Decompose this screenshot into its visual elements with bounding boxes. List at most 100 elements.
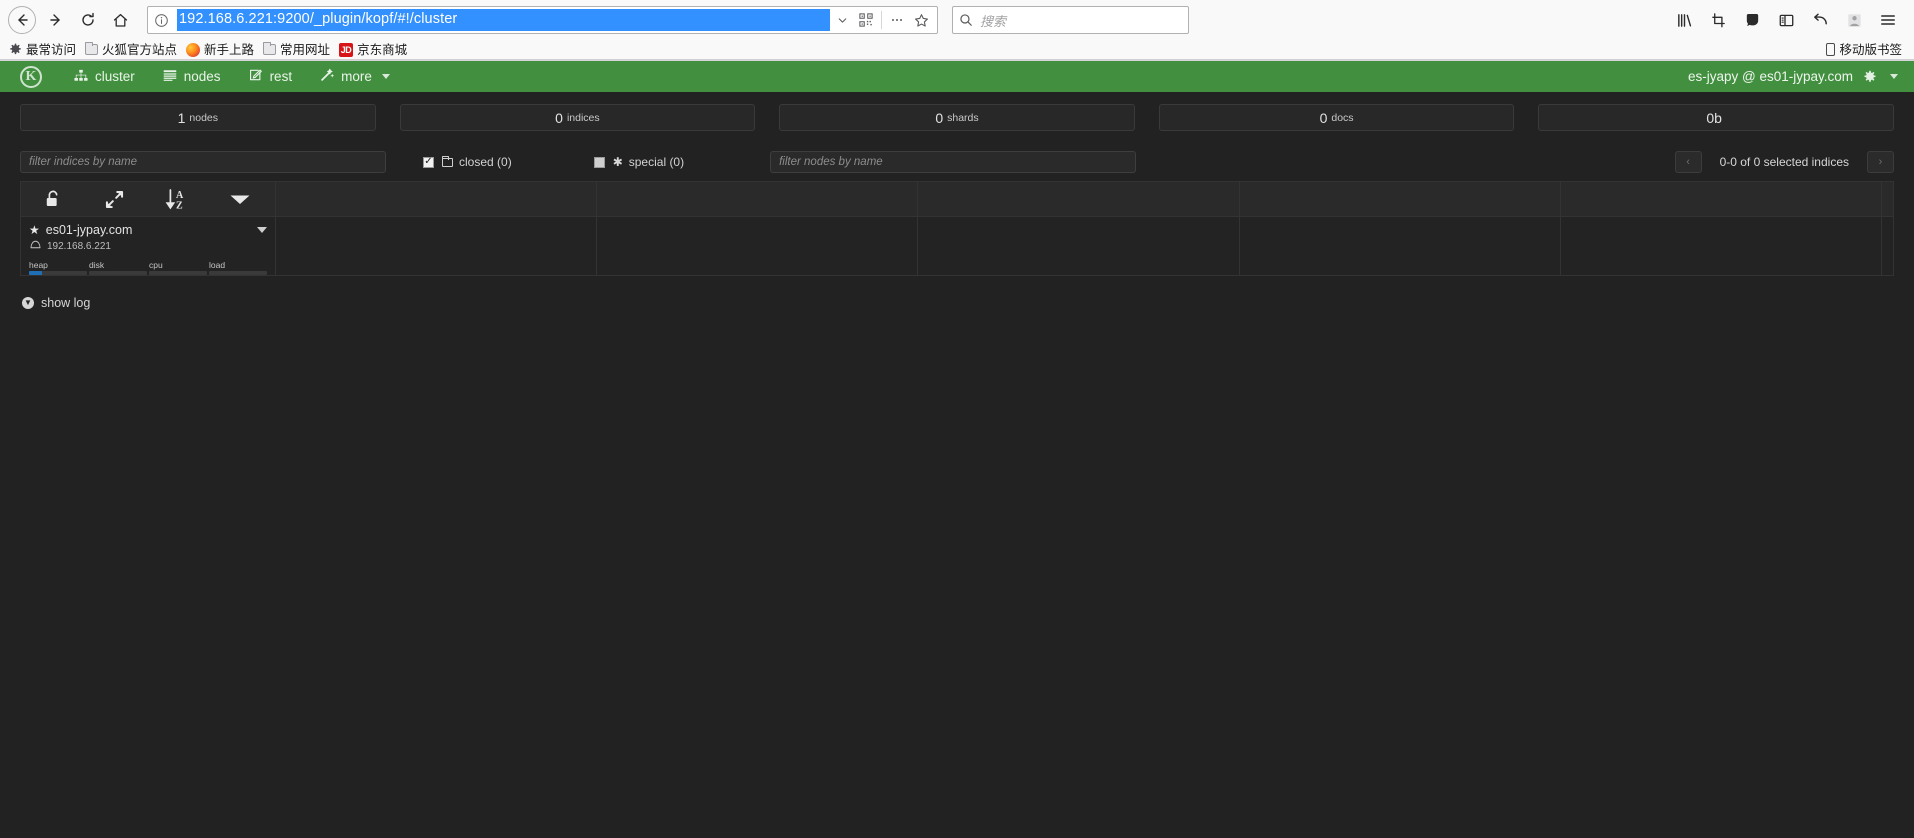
pocket-icon[interactable] — [1736, 4, 1768, 36]
stat-label: shards — [947, 111, 979, 124]
table-header-empty-cell — [274, 181, 598, 217]
stat-indices: 0 indices — [399, 104, 756, 131]
stat-value: 0b — [1706, 109, 1722, 126]
back-button[interactable] — [8, 6, 36, 34]
stat-label: docs — [1331, 111, 1354, 124]
kopf-logo-icon[interactable]: K — [20, 65, 42, 88]
next-page-button[interactable]: › — [1867, 151, 1894, 173]
closed-label: closed (0) — [459, 155, 512, 169]
nav-label: nodes — [183, 69, 221, 84]
table-header-empty-cell — [596, 181, 919, 217]
svg-text:Z: Z — [176, 200, 183, 211]
metric-bar — [29, 271, 87, 275]
chevron-down-icon[interactable] — [1890, 74, 1898, 79]
gear-icon — [9, 43, 22, 56]
qr-reader-icon[interactable] — [854, 8, 878, 32]
stat-value: 0 — [1319, 109, 1328, 126]
node-metrics: heap disk cpu load — [29, 260, 267, 275]
caret-down-icon[interactable] — [229, 192, 251, 206]
address-bar[interactable]: 192.168.6.221:9200/_plugin/kopf/#!/clust… — [147, 6, 938, 34]
stat-nodes: 1 nodes — [20, 104, 376, 131]
stat-value: 0 — [935, 109, 944, 126]
reload-button[interactable] — [72, 4, 104, 36]
bookmarks-bar: 最常访问 火狐官方站点 新手上路 常用网址 JD 京东商城 移动版书签 — [0, 40, 1914, 60]
identity-info-icon[interactable] — [154, 13, 169, 28]
expand-icon[interactable] — [104, 189, 125, 210]
browser-navigation-bar: 192.168.6.221:9200/_plugin/kopf/#!/clust… — [0, 0, 1914, 40]
gear-icon[interactable] — [1863, 70, 1877, 84]
bookmark-item-mobile[interactable]: 移动版书签 — [1826, 41, 1908, 59]
svg-text:A: A — [176, 190, 184, 201]
search-input-placeholder[interactable]: 搜索 — [980, 11, 1006, 30]
list-icon — [163, 69, 177, 85]
browser-chrome: 192.168.6.221:9200/_plugin/kopf/#!/clust… — [0, 0, 1914, 61]
node-name-line: ★ es01-jypay.com — [29, 223, 267, 237]
closed-indices-filter[interactable]: ✓ closed (0) — [423, 155, 512, 169]
bookmark-label: 京东商城 — [357, 42, 408, 57]
kopf-cluster-info: es-jyapy @ es01-jypay.com — [1688, 69, 1898, 84]
stat-size: 0b — [1538, 104, 1894, 131]
nodes-filter-input[interactable]: filter nodes by name — [770, 151, 1137, 173]
show-log-label: show log — [41, 296, 91, 310]
bookmark-item-common-sites[interactable]: 常用网址 — [260, 41, 336, 59]
nav-item-cluster[interactable]: cluster — [60, 61, 149, 92]
disk-icon — [30, 240, 41, 252]
closed-checkbox[interactable]: ✓ — [423, 156, 434, 168]
bookmark-item-getting-started[interactable]: 新手上路 — [183, 41, 260, 59]
metric-cpu: cpu — [149, 260, 207, 275]
sitemap-icon — [74, 69, 88, 85]
url-text[interactable]: 192.168.6.221:9200/_plugin/kopf/#!/clust… — [177, 9, 830, 31]
firefox-icon — [186, 42, 201, 57]
sync-icon[interactable] — [1804, 4, 1836, 36]
metric-label: load — [209, 260, 226, 270]
bookmark-star-icon[interactable] — [909, 8, 933, 32]
stat-label: nodes — [189, 111, 218, 124]
nav-item-nodes[interactable]: nodes — [149, 61, 235, 92]
stat-shards: 0 shards — [779, 104, 1135, 131]
cluster-table: A Z ★ es01-jypay.com 192.168.6.221 heap … — [20, 181, 1894, 276]
table-cell-empty — [1881, 216, 1894, 276]
chevron-down-circle-icon: ▼ — [22, 297, 34, 309]
hamburger-menu-icon[interactable] — [1872, 4, 1904, 36]
browser-toolbar-right — [1668, 4, 1906, 36]
table-cell-empty — [1559, 216, 1883, 276]
caret-down-icon[interactable] — [257, 227, 267, 233]
bookmark-item-firefox-official[interactable]: 火狐官方站点 — [82, 41, 183, 59]
library-icon[interactable] — [1668, 4, 1700, 36]
prev-page-button[interactable]: ‹ — [1674, 151, 1702, 173]
kopf-navbar: K cluster nodes rest more es-jyapy @ es0… — [0, 61, 1914, 92]
home-button[interactable] — [104, 4, 136, 36]
bookmark-item-jd[interactable]: JD 京东商城 — [336, 41, 413, 59]
table-header-empty-cell — [1238, 181, 1561, 217]
page-actions-icon[interactable] — [885, 8, 909, 32]
bookmark-label: 火狐官方站点 — [102, 42, 178, 57]
account-icon[interactable] — [1838, 4, 1870, 36]
special-checkbox[interactable] — [593, 156, 605, 168]
metric-heap: heap — [29, 260, 87, 275]
sort-az-icon[interactable]: A Z — [165, 188, 189, 211]
screenshot-icon[interactable] — [1702, 4, 1734, 36]
bookmark-label: 新手上路 — [204, 42, 255, 57]
search-bar[interactable]: 搜索 — [952, 6, 1189, 34]
unlock-icon[interactable] — [43, 189, 64, 210]
special-indices-filter[interactable]: ✱ special (0) — [593, 155, 684, 169]
edit-icon — [249, 68, 263, 85]
cluster-stats-row: 1 nodes 0 indices 0 shards 0 docs 0b — [0, 92, 1914, 137]
sidebar-icon[interactable] — [1770, 4, 1802, 36]
cluster-name-label: es-jyapy @ es01-jypay.com — [1687, 69, 1853, 84]
metric-bar — [209, 271, 267, 275]
bookmark-item-most-visited[interactable]: 最常访问 — [6, 41, 82, 59]
table-header-empty-cell — [1881, 181, 1894, 217]
nav-item-more[interactable]: more — [306, 61, 404, 92]
indices-filter-input[interactable]: filter indices by name — [20, 151, 386, 173]
asterisk-icon: ✱ — [612, 155, 623, 169]
metric-load: load — [209, 260, 267, 275]
folder-icon — [85, 42, 99, 55]
show-log-toggle[interactable]: ▼ show log — [0, 276, 1914, 310]
chevron-down-icon[interactable] — [830, 8, 854, 32]
nav-item-rest[interactable]: rest — [235, 61, 307, 92]
metric-label: cpu — [149, 260, 163, 270]
forward-button[interactable] — [40, 4, 72, 36]
stat-value: 0 — [555, 109, 563, 126]
metric-label: disk — [89, 260, 105, 270]
